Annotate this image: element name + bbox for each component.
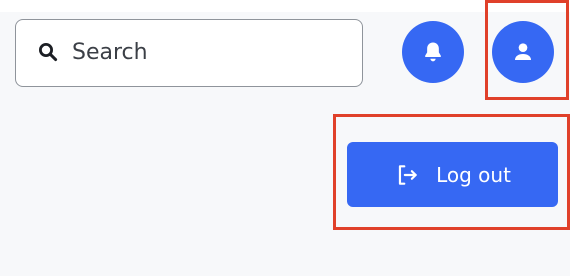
search-icon — [39, 43, 58, 62]
user-icon — [514, 43, 532, 61]
logout-label: Log out — [436, 162, 511, 187]
search-box[interactable] — [15, 19, 363, 87]
profile-button[interactable] — [492, 21, 554, 83]
search-input[interactable] — [72, 30, 352, 74]
bell-icon — [425, 42, 441, 62]
sign-out-icon — [398, 164, 417, 185]
top-bar — [0, 0, 570, 12]
notifications-button[interactable] — [402, 21, 464, 83]
logout-button[interactable]: Log out — [347, 142, 558, 207]
